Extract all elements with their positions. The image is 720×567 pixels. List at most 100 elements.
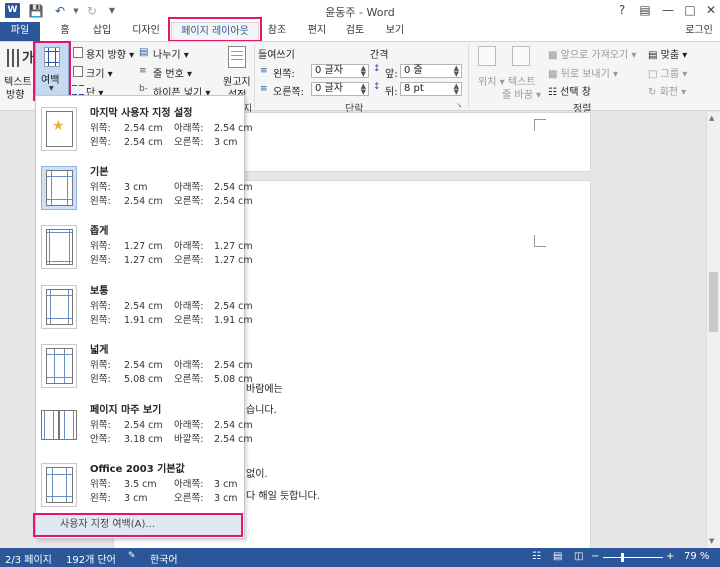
margin-option-name: 마지막 사용자 지정 설정 bbox=[90, 108, 193, 119]
read-mode-icon[interactable]: ☷ bbox=[532, 551, 541, 562]
page-corner-mark bbox=[534, 235, 546, 247]
print-layout-icon[interactable]: ▤ bbox=[553, 551, 562, 562]
tab-mailings[interactable]: 편지 bbox=[302, 22, 332, 41]
scroll-down-icon[interactable]: ▼ bbox=[709, 537, 714, 545]
close-icon[interactable]: ✕ bbox=[700, 1, 720, 19]
margin-option-name: 기본 bbox=[90, 167, 109, 178]
orientation-button[interactable]: 용지 방향 ▾ bbox=[86, 46, 134, 61]
margin-option-values: 위쪽: 1.27 cm 아래쪽: 1.27 cm bbox=[90, 241, 253, 252]
star-icon: ★ bbox=[52, 118, 65, 134]
scrollbar-thumb[interactable] bbox=[709, 272, 718, 332]
zoom-slider[interactable] bbox=[603, 557, 663, 558]
ribbon-display-icon[interactable]: ▤ bbox=[634, 1, 656, 19]
minimize-icon[interactable]: — bbox=[657, 1, 679, 19]
margin-option-office-2003[interactable]: Office 2003 기본값 위쪽: 3.5 cm 아래쪽: 3 cm 왼쪽: 3 c… bbox=[37, 455, 243, 514]
text-direction-icon[interactable]: 가 bbox=[5, 47, 34, 69]
margin-option-normal[interactable]: 기본 위쪽: 3 cm 아래쪽: 2.54 cm 왼쪽: 2.54 cm 오른쪽: 2.54… bbox=[37, 158, 253, 217]
margin-option-moderate[interactable]: 보통 위쪽: 2.54 cm 아래쪽: 2.54 cm 왼쪽: 1.91 cm 오른쪽: 1… bbox=[37, 277, 253, 336]
columns-icon bbox=[72, 85, 84, 95]
rotate-button[interactable]: ↻ 회전 ▾ bbox=[648, 83, 686, 98]
margin-option-values: 위쪽: 3 cm 아래쪽: 2.54 cm bbox=[90, 182, 253, 193]
spacing-after-input[interactable]: 8 pt ▲ ▼ bbox=[400, 82, 462, 96]
title-bar: W 💾 ↶ ▼ ↻ ▼ 윤동주 - Word ? ▤ — □ ✕ bbox=[0, 0, 720, 22]
web-layout-icon[interactable]: ◫ bbox=[574, 551, 583, 562]
margin-option-wide[interactable]: 넓게 위쪽: 2.54 cm 아래쪽: 2.54 cm 왼쪽: 5.08 cm 오른쪽: 5… bbox=[37, 336, 253, 395]
margin-option-name: 좁게 bbox=[90, 226, 109, 237]
group-button[interactable]: □ 그룹 ▾ bbox=[648, 65, 687, 80]
status-zoom[interactable]: 79 % bbox=[684, 551, 709, 562]
margin-thumbnail bbox=[41, 225, 77, 269]
margin-option-values: 왼쪽: 1.27 cm 오른쪽: 1.27 cm bbox=[90, 255, 253, 266]
margin-option-values: 위쪽: 2.54 cm 아래쪽: 2.54 cm bbox=[90, 360, 253, 371]
position-icon bbox=[478, 46, 496, 66]
tab-review[interactable]: 검토 bbox=[340, 22, 370, 41]
indent-left-input[interactable]: 0 글자 ▲ ▼ bbox=[311, 64, 369, 78]
indent-left-label: 왼쪽: bbox=[273, 69, 295, 80]
scroll-up-icon[interactable]: ▲ bbox=[709, 114, 714, 122]
size-icon bbox=[73, 66, 83, 77]
line-numbers-button[interactable]: 줄 번호 ▾ bbox=[153, 65, 192, 80]
ribbon-tabs: 파일 홈 삽입 디자인 페이지 레이아웃 참조 편지 검토 보기 로그인 bbox=[0, 22, 720, 41]
breaks-button[interactable]: 나누기 ▾ bbox=[153, 46, 189, 61]
tab-references[interactable]: 참조 bbox=[262, 22, 292, 41]
page-layout-tab-highlight bbox=[168, 17, 262, 42]
tab-insert[interactable]: 삽입 bbox=[84, 22, 120, 41]
indent-right-label: 오른쪽: bbox=[273, 87, 304, 98]
margin-thumbnail bbox=[41, 344, 77, 388]
bring-forward-button[interactable]: ▩ 앞으로 가져오기 ▾ bbox=[548, 46, 636, 61]
margin-thumbnail: ★ bbox=[41, 107, 77, 151]
margin-thumbnail bbox=[41, 463, 77, 507]
ribbon-separator bbox=[254, 44, 255, 108]
spacing-before-input[interactable]: 0 줄 ▲ ▼ bbox=[400, 64, 462, 78]
tab-file[interactable]: 파일 bbox=[0, 22, 40, 41]
margin-thumbnail bbox=[41, 285, 77, 329]
margin-option-values: 위쪽: 2.54 cm 아래쪽: 2.54 cm bbox=[90, 123, 253, 134]
tab-view[interactable]: 보기 bbox=[380, 22, 410, 41]
zoom-out-icon[interactable]: − bbox=[591, 551, 599, 562]
send-backward-button[interactable]: ▩ 뒤로 보내기 ▾ bbox=[548, 65, 618, 80]
spacing-after-icon: ↕ bbox=[373, 82, 381, 92]
margin-option-narrow[interactable]: 좁게 위쪽: 1.27 cm 아래쪽: 1.27 cm 왼쪽: 1.27 cm 오른쪽: 1… bbox=[37, 217, 253, 276]
position-button[interactable]: 위치 ▾ bbox=[478, 73, 505, 88]
size-button[interactable]: 크기 ▾ bbox=[86, 65, 113, 80]
line-numbers-icon: ≡ bbox=[139, 66, 147, 76]
spacing-title: 간격 bbox=[370, 50, 389, 61]
margin-option-name: 넓게 bbox=[90, 345, 109, 356]
status-bar: 2/3 페이지 192개 단어 ✎ 한국어 ☷ ▤ ◫ − + 79 % bbox=[0, 548, 720, 567]
orientation-icon bbox=[73, 47, 83, 58]
margin-option-last-custom[interactable]: ★ 마지막 사용자 지정 설정 위쪽: 2.54 cm 아래쪽: 2.54 cm 왼쪽… bbox=[37, 99, 253, 158]
paragraph-dialog-launcher-icon[interactable]: ↘ bbox=[456, 101, 462, 109]
margin-option-values: 위쪽: 3.5 cm 아래쪽: 3 cm bbox=[90, 479, 238, 490]
margin-option-name: 보통 bbox=[90, 286, 109, 297]
document-line: 습니다. bbox=[246, 405, 277, 416]
zoom-slider-thumb[interactable] bbox=[621, 553, 624, 562]
indent-right-input[interactable]: 0 글자 ▲ ▼ bbox=[311, 82, 369, 96]
custom-margins-highlight bbox=[33, 513, 243, 537]
vertical-scrollbar[interactable]: ▲ ▼ bbox=[706, 112, 720, 548]
maximize-icon[interactable]: □ bbox=[679, 1, 701, 19]
ribbon-separator bbox=[468, 44, 469, 108]
margin-option-values: 왼쪽: 5.08 cm 오른쪽: 5.08 cm bbox=[90, 374, 253, 385]
zoom-in-icon[interactable]: + bbox=[666, 551, 674, 562]
indent-left-icon: ≡ bbox=[260, 66, 268, 76]
document-line: 없이. bbox=[246, 469, 268, 480]
margin-option-values: 왼쪽: 1.91 cm 오른쪽: 1.91 cm bbox=[90, 315, 253, 326]
tab-home[interactable]: 홈 bbox=[50, 22, 80, 41]
spacing-after-label: 뒤: bbox=[385, 87, 398, 98]
sign-in-link[interactable]: 로그인 bbox=[680, 22, 718, 41]
help-button[interactable]: ? bbox=[611, 1, 633, 19]
page-corner-mark bbox=[534, 119, 546, 131]
proofing-icon[interactable]: ✎ bbox=[128, 551, 136, 561]
document-line: 다 해일 듯합니다. bbox=[246, 491, 320, 502]
status-word-count[interactable]: 192개 단어 bbox=[66, 551, 116, 566]
align-button[interactable]: ▤ 맞춤 ▾ bbox=[648, 46, 687, 61]
spacing-before-icon: ↕ bbox=[373, 64, 381, 74]
status-page[interactable]: 2/3 페이지 bbox=[5, 551, 52, 566]
tab-design[interactable]: 디자인 bbox=[124, 22, 168, 41]
margin-option-values: 왼쪽: 2.54 cm 오른쪽: 2.54 cm bbox=[90, 196, 253, 207]
wrap-text-label-2[interactable]: 줄 바꿈 ▾ bbox=[502, 86, 541, 101]
text-direction-label-2: 방향 bbox=[6, 90, 25, 101]
margin-option-mirrored[interactable]: 페이지 마주 보기 위쪽: 2.54 cm 아래쪽: 2.54 cm 안쪽: 3.18 … bbox=[37, 396, 253, 455]
selection-pane-button[interactable]: ☷ 선택 창 bbox=[548, 83, 591, 98]
status-language[interactable]: 한국어 bbox=[150, 551, 178, 566]
